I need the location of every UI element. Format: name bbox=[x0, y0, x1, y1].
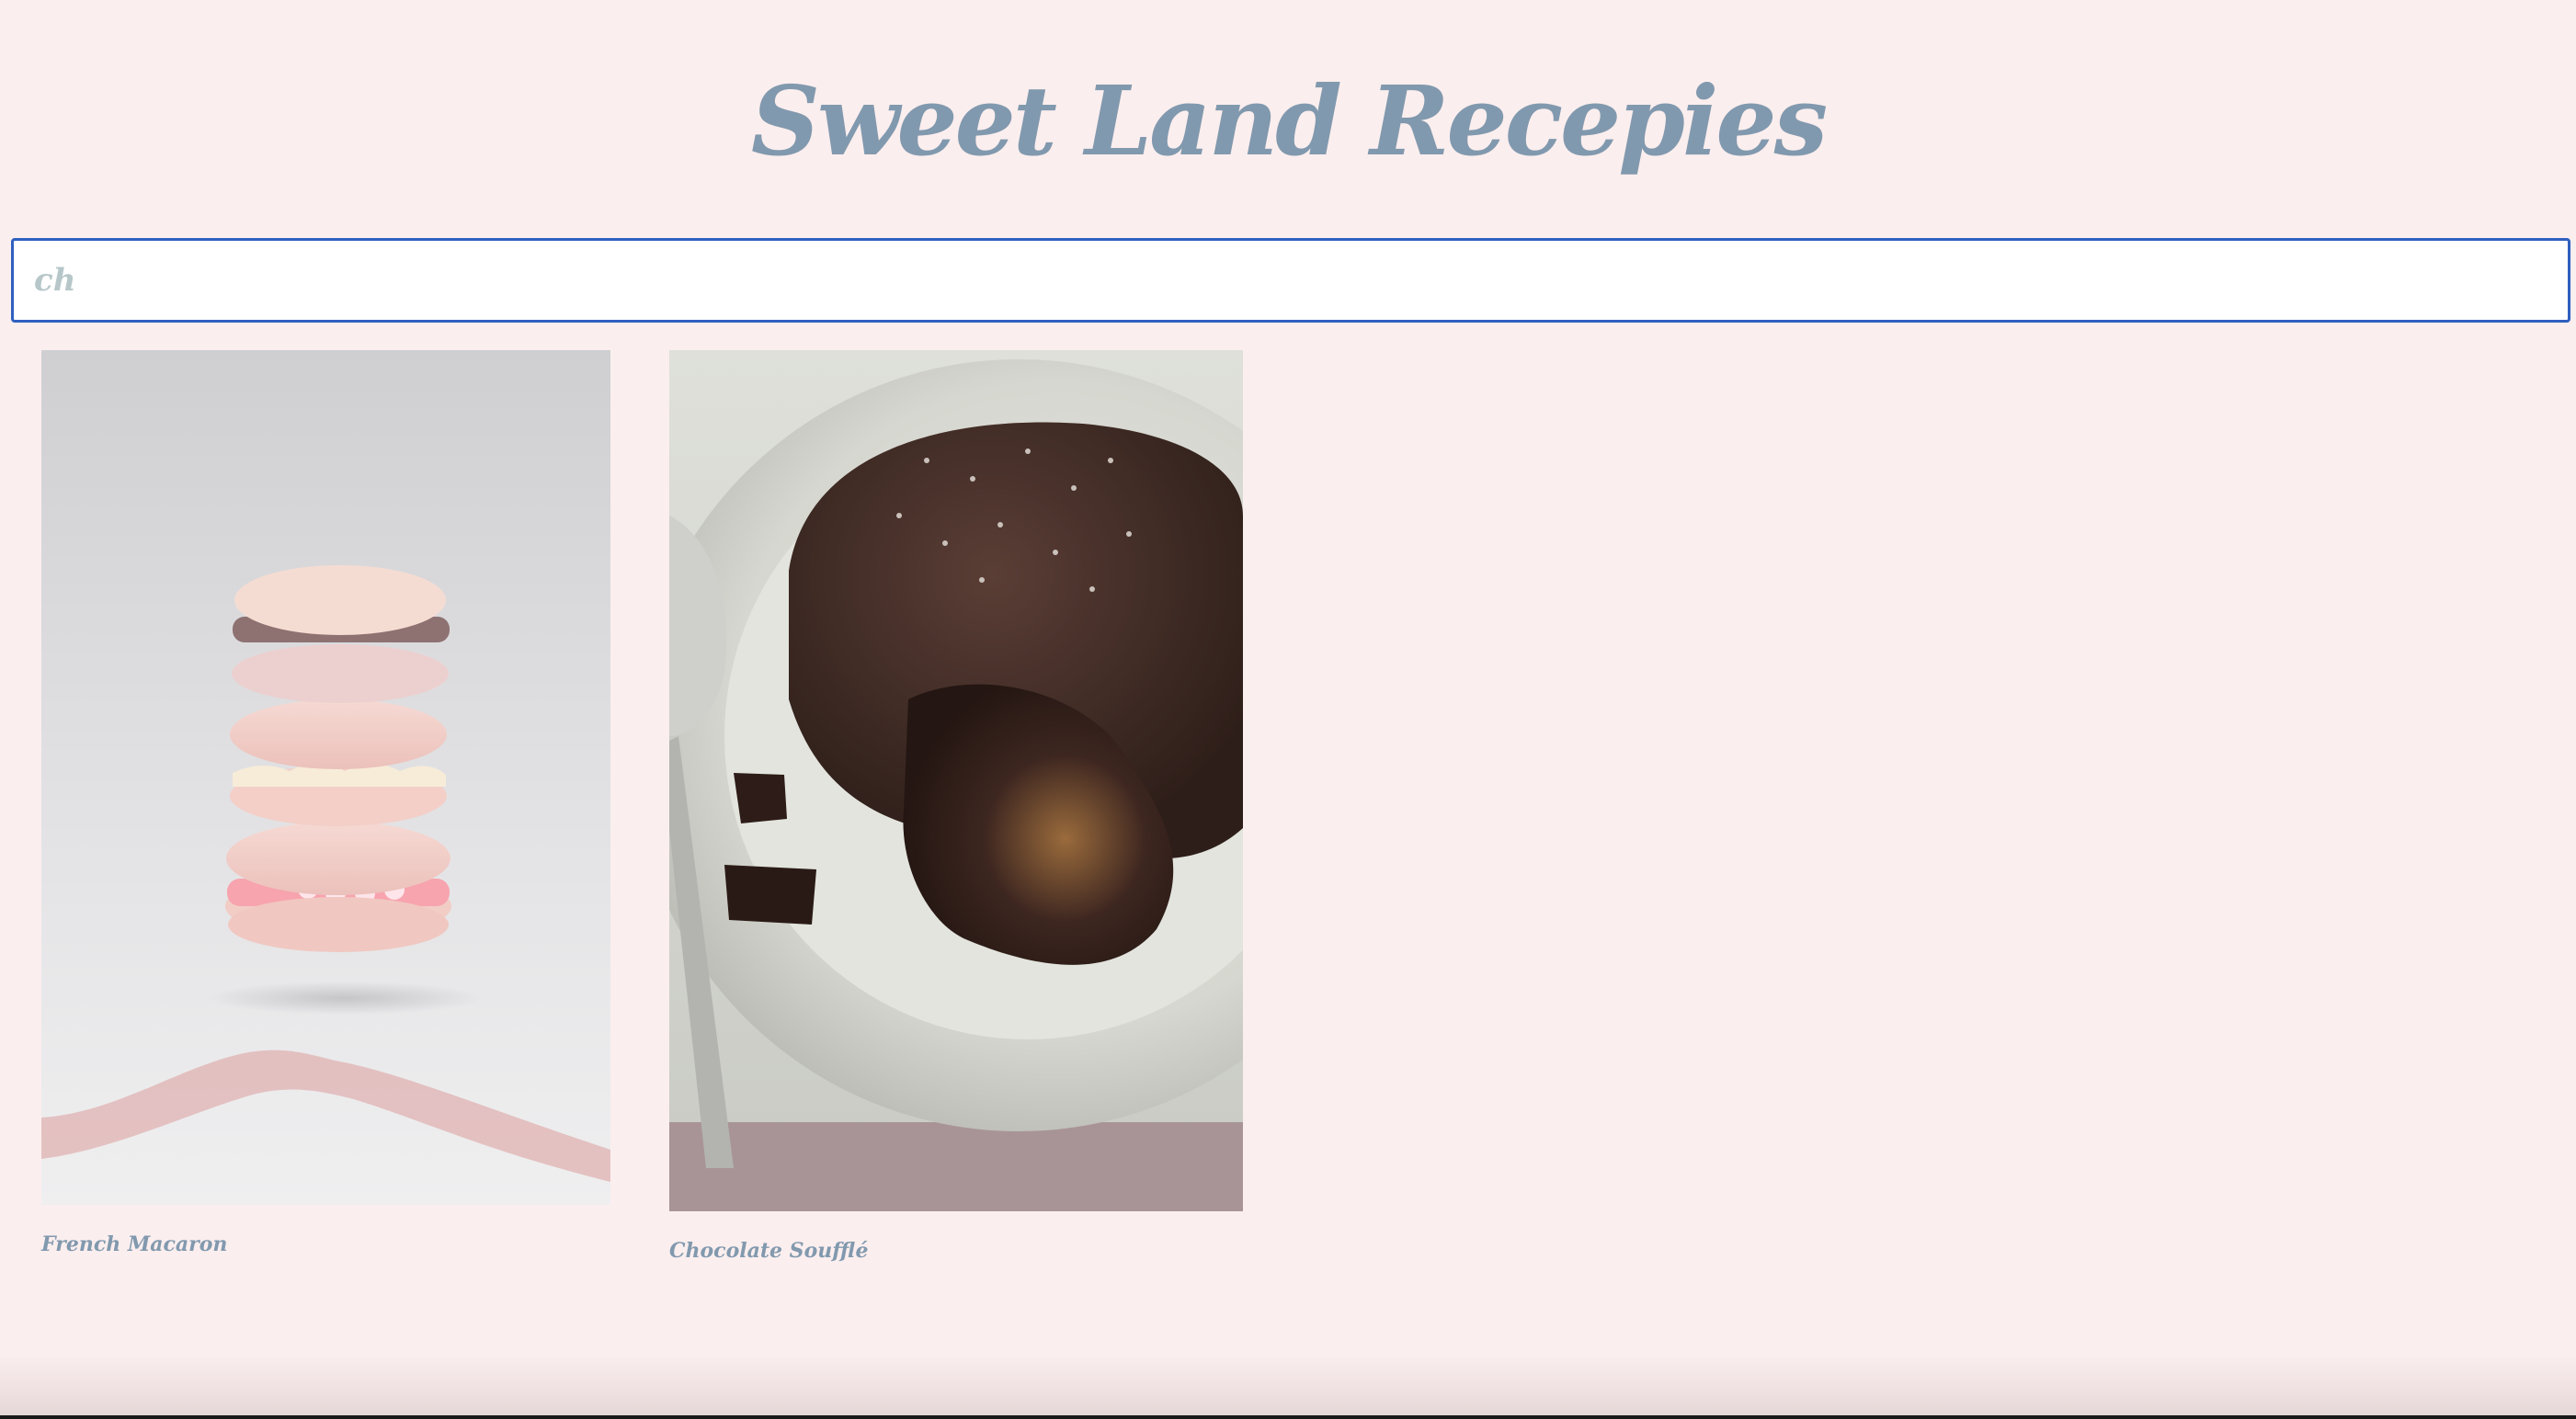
chocolate-lava-cake-image[interactable] bbox=[669, 350, 1243, 1211]
macaron-stack-image[interactable] bbox=[41, 350, 610, 1205]
recipe-title[interactable]: French Macaron bbox=[41, 1232, 227, 1256]
recipe-title[interactable]: Chocolate Soufflé bbox=[669, 1239, 868, 1263]
recipe-page: Sweet Land Recepies ch French Macaron Ch… bbox=[0, 0, 2576, 1419]
page-title: Sweet Land Recepies bbox=[750, 64, 1828, 177]
window-edge bbox=[0, 1415, 2576, 1419]
search-input[interactable] bbox=[14, 241, 2568, 320]
recipe-card-french-macaron[interactable]: French Macaron bbox=[41, 350, 610, 1269]
bottom-shadow bbox=[0, 1355, 2576, 1419]
recipe-card-chocolate-souffle[interactable]: Chocolate Soufflé bbox=[669, 350, 1243, 1278]
search-box[interactable] bbox=[11, 238, 2570, 323]
